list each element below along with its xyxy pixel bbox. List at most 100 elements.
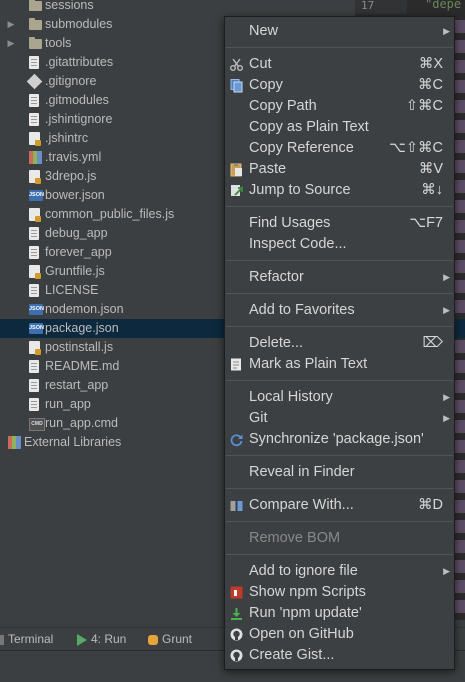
menu-item-label: Inspect Code... [249,236,347,252]
folder-icon [29,37,42,49]
menu-item-label: Add to ignore file [249,563,358,579]
code-highlight-stripe [455,540,465,553]
menu-synchronize[interactable]: Synchronize 'package.json' [225,429,454,450]
menu-separator [226,47,453,48]
submenu-arrow-icon: ▶ [443,566,450,576]
submenu-arrow-icon: ▶ [443,392,450,402]
tree-item-label: .gitmodules [45,93,109,107]
menu-copy-reference[interactable]: Copy Reference ⌥⇧⌘C [225,138,454,159]
menu-show-npm-scripts[interactable]: Show npm Scripts [225,582,454,603]
expand-arrow-icon[interactable]: ▶ [6,15,16,34]
menu-copy[interactable]: Copy ⌘C [225,75,454,96]
tree-item-label: .travis.yml [45,150,102,164]
menu-item-label: Find Usages [249,215,331,231]
js-icon [29,341,41,355]
menu-item-shortcut: ⇧⌘C [405,98,443,114]
menu-open-on-github[interactable]: Open on GitHub [225,624,454,645]
submenu-arrow-icon: ▶ [443,272,450,282]
menu-inspect-code[interactable]: Inspect Code... [225,234,454,255]
tree-item-label: forever_app [45,245,112,259]
menu-separator [226,554,453,555]
context-menu: New ▶ Cut ⌘X Copy ⌘C Copy Path ⇧⌘C Copy as Plain… [224,16,455,670]
submenu-arrow-icon: ▶ [443,413,450,423]
menu-item-shortcut: ⌥F7 [409,215,443,231]
menu-local-history[interactable]: Local History ▶ [225,387,454,408]
menu-item-label: Copy Path [249,98,317,114]
menu-copy-path[interactable]: Copy Path ⇧⌘C [225,96,454,117]
js-icon [29,208,41,222]
folder-icon [29,18,42,30]
code-highlight-stripe [455,560,465,573]
menu-item-shortcut: ⌥⇧⌘C [389,140,443,156]
npm-icon [229,585,244,600]
menu-item-label: Compare With... [249,497,354,513]
menu-item-label: Delete... [249,335,303,351]
file-icon [29,284,39,297]
menu-git[interactable]: Git ▶ [225,408,454,429]
menu-item-shortcut: ⌘D [418,497,443,513]
js-icon [29,170,41,184]
menu-add-to-ignore[interactable]: Add to ignore file ▶ [225,561,454,582]
menu-item-label: Refactor [249,269,304,285]
code-highlight-stripe [455,580,465,593]
scissors-icon [229,57,244,72]
code-highlight-stripe [455,460,465,473]
tree-item-label: common_public_files.js [45,207,175,221]
menu-paste[interactable]: Paste ⌘V [225,159,454,180]
menu-item-label: Open on GitHub [249,626,354,642]
code-highlight-stripe [455,500,465,513]
json-icon: JSON [29,323,44,334]
menu-copy-plain-text[interactable]: Copy as Plain Text [225,117,454,138]
folder-icon [29,0,42,11]
file-icon [29,56,39,69]
menu-separator [226,488,453,489]
menu-item-label: Cut [249,56,272,72]
menu-jump-to-source[interactable]: Jump to Source ⌘↓ [225,180,454,201]
terminal-tool-button[interactable]: Terminal [0,632,53,646]
menu-item-label: Local History [249,389,333,405]
menu-cut[interactable]: Cut ⌘X [225,54,454,75]
menu-refactor[interactable]: Refactor ▶ [225,267,454,288]
run-tool-button[interactable]: 4: Run [77,632,126,646]
menu-mark-plain-text[interactable]: Mark as Plain Text [225,354,454,375]
yml-icon [29,151,42,164]
tree-item-label: .gitignore [45,74,97,88]
menu-item-shortcut: ⌘V [418,161,443,177]
menu-add-to-favorites[interactable]: Add to Favorites ▶ [225,300,454,321]
menu-separator [226,260,453,261]
menu-item-label: Add to Favorites [249,302,355,318]
tree-item-label: LICENSE [45,283,99,297]
grunt-icon [148,634,158,645]
tree-item-label: .jshintignore [45,112,113,126]
tree-item-sessions[interactable]: sessions [0,0,465,15]
menu-item-shortcut: ⌘↓ [421,182,443,198]
menu-delete[interactable]: Delete... ⌦ [225,333,454,354]
menu-separator [226,455,453,456]
jump-icon [229,183,244,198]
menu-item-label: Show npm Scripts [249,584,366,600]
expand-arrow-icon[interactable]: ▶ [6,34,16,53]
menu-item-label: Copy as Plain Text [249,119,369,135]
menu-reveal-in-finder[interactable]: Reveal in Finder [225,462,454,483]
plain-text-icon [229,357,244,372]
terminal-icon [0,634,4,645]
json-icon: JSON [29,190,44,201]
menu-separator [226,380,453,381]
grunt-tool-button[interactable]: Grunt [148,632,192,646]
git-icon [26,73,43,90]
menu-item-label: Git [249,410,268,426]
menu-compare-with[interactable]: Compare With... ⌘D [225,495,454,516]
file-icon [29,246,39,259]
menu-find-usages[interactable]: Find Usages ⌥F7 [225,213,454,234]
tree-item-label: submodules [45,17,113,31]
tree-item-label: bower.json [45,188,105,202]
menu-run-npm-update[interactable]: Run 'npm update' [225,603,454,624]
tree-item-label: 3drepo.js [45,169,97,183]
menu-create-gist[interactable]: Create Gist... [225,645,454,666]
terminal-label: Terminal [8,632,54,646]
menu-item-shortcut: ⌦ [422,335,443,351]
menu-item-label: Copy [249,77,283,93]
menu-item-label: Jump to Source [249,182,351,198]
menu-item-label: Reveal in Finder [249,464,355,480]
menu-new[interactable]: New ▶ [225,21,454,42]
